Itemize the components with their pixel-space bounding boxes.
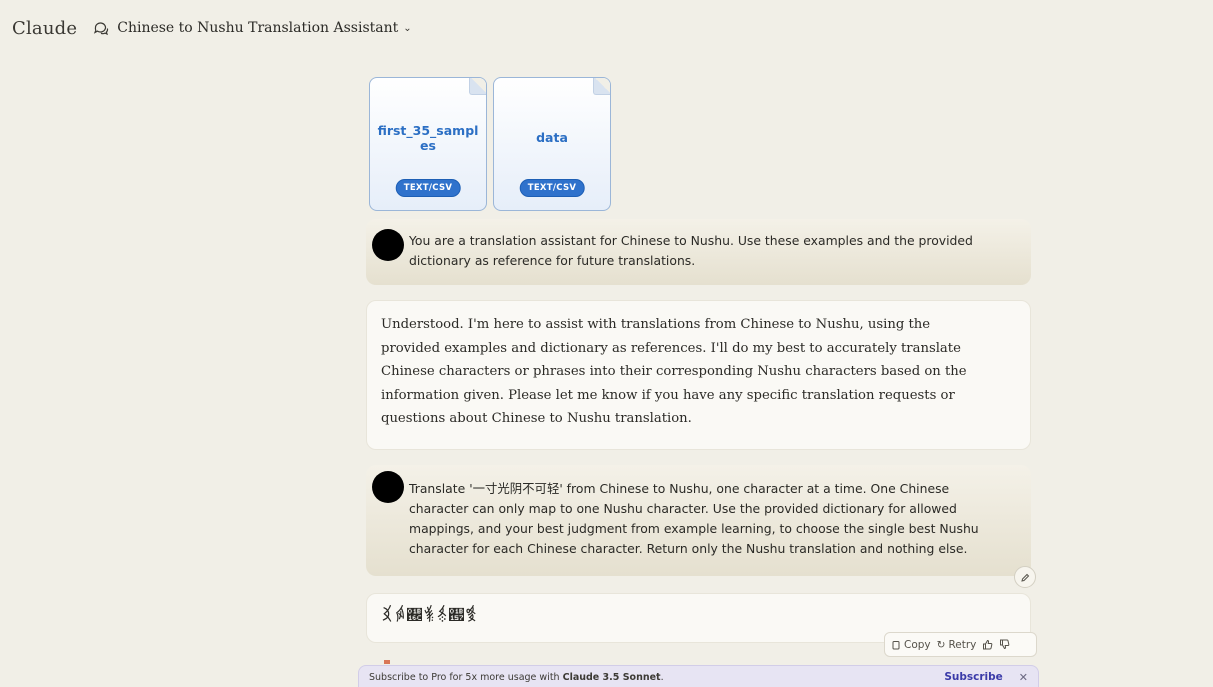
user-message: You are a translation assistant for Chin… <box>366 219 1031 285</box>
chat-bubble-icon <box>93 20 109 36</box>
attachment-name: data <box>536 130 568 145</box>
copy-button[interactable]: Copy <box>891 639 931 651</box>
user-message-text: Translate '一寸光阴不可轻' from Chinese to Nush… <box>409 481 979 556</box>
assistant-message-text: Understood. I'm here to assist with tran… <box>381 317 967 426</box>
message-actions: Copy ↻ Retry <box>884 632 1037 657</box>
user-message-text: You are a translation assistant for Chin… <box>409 233 973 268</box>
retry-button[interactable]: ↻ Retry <box>937 639 977 651</box>
attachment-card[interactable]: data TEXT/CSV <box>493 77 611 211</box>
user-message: Translate '一寸光阴不可轻' from Chinese to Nush… <box>366 465 1031 576</box>
attachment-type-badge: TEXT/CSV <box>395 179 461 197</box>
retry-icon: ↻ <box>936 638 946 651</box>
attachment-type-badge: TEXT/CSV <box>519 179 585 197</box>
assistant-message-text: 𛆁𛇃𛅬𛈿𛈯𛅗𛉦 <box>381 606 479 624</box>
subscribe-button[interactable]: Subscribe <box>944 671 1002 683</box>
chat-title[interactable]: Chinese to Nushu Translation Assistant <box>117 20 398 36</box>
chevron-down-icon[interactable]: ⌄ <box>403 23 411 34</box>
copy-label: Copy <box>904 638 931 651</box>
thumbs-down-icon[interactable] <box>999 639 1010 650</box>
attachment-card[interactable]: first_35_samples TEXT/CSV <box>369 77 487 211</box>
avatar <box>372 229 404 261</box>
subscribe-text: Subscribe to Pro for 5x more usage with … <box>369 671 664 683</box>
file-fold-icon <box>593 78 610 95</box>
thumbs-up-icon[interactable] <box>982 639 993 650</box>
file-fold-icon <box>469 78 486 95</box>
copy-icon <box>892 640 900 649</box>
claude-spark-icon <box>384 660 390 664</box>
retry-label: Retry <box>948 638 977 651</box>
avatar <box>372 471 404 503</box>
subscribe-banner: Subscribe to Pro for 5x more usage with … <box>358 665 1039 687</box>
edit-button[interactable] <box>1014 566 1036 588</box>
top-bar: Claude Chinese to Nushu Translation Assi… <box>0 0 1213 56</box>
close-icon[interactable]: ✕ <box>1019 671 1028 684</box>
pencil-icon <box>1020 568 1030 587</box>
assistant-message: Understood. I'm here to assist with tran… <box>366 300 1031 450</box>
attachment-name: first_35_samples <box>377 123 479 153</box>
brand-logo[interactable]: Claude <box>12 18 77 39</box>
